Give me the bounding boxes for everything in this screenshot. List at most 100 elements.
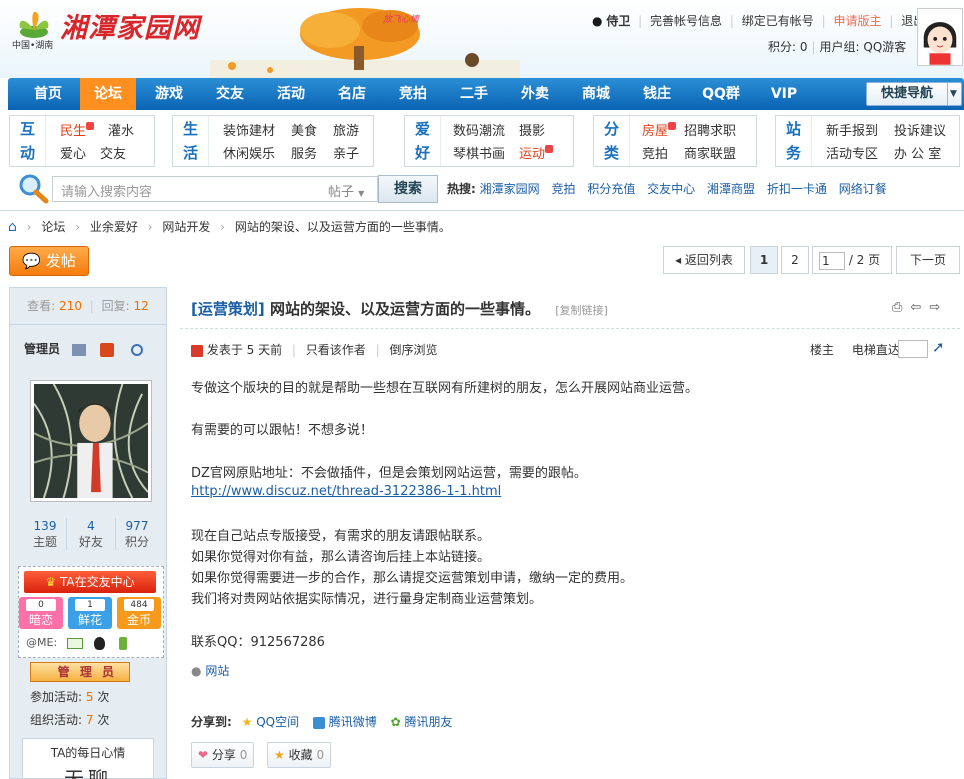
activity-joined: 参加活动: 5 次 xyxy=(30,690,110,704)
share-weibo[interactable]: 腾讯微博 xyxy=(329,715,377,729)
home-icon[interactable]: ⌂ xyxy=(8,219,17,235)
cat-link-charity[interactable]: 爱心 xyxy=(60,143,86,162)
gift-flower[interactable]: 1 鲜花 xyxy=(68,597,112,629)
cat-link-activity[interactable]: 活动专区 xyxy=(826,143,878,162)
hot-word[interactable]: 积分充值 xyxy=(587,182,635,196)
new-post-button[interactable]: 💬 发帖 xyxy=(9,246,89,276)
category-head: 互动 xyxy=(10,116,46,166)
post-tag[interactable]: ● 网站 xyxy=(191,662,229,679)
page-1[interactable]: 1 xyxy=(750,246,778,274)
hot-word[interactable]: 交友中心 xyxy=(647,182,695,196)
search-button[interactable]: 搜索 xyxy=(378,175,438,203)
floor-jump-input[interactable] xyxy=(898,340,928,358)
search-type-select[interactable]: 帖子 ▼ xyxy=(322,176,378,202)
favorite-button[interactable]: ★ 收藏 0 xyxy=(267,742,332,768)
cat-link-travel[interactable]: 旅游 xyxy=(333,120,359,139)
nav-games[interactable]: 游戏 xyxy=(141,78,197,110)
share-button[interactable]: ❤ 分享 0 xyxy=(191,742,255,768)
link-bind-account[interactable]: 绑定已有帐号 xyxy=(742,12,814,29)
cat-link-housing[interactable]: 房屋 xyxy=(642,120,677,139)
cat-link-merchants[interactable]: 商家联盟 xyxy=(684,143,736,162)
hot-word[interactable]: 网络订餐 xyxy=(839,182,887,196)
nav-home[interactable]: 首页 xyxy=(20,78,76,110)
cat-link-photo[interactable]: 摄影 xyxy=(519,120,545,139)
stat-points[interactable]: 977 积分 xyxy=(112,518,162,550)
reverse-order-link[interactable]: 倒序浏览 xyxy=(390,343,438,357)
print-icon[interactable]: ⎙ xyxy=(892,300,910,315)
dating-center-link[interactable]: ♛ TA在交友中心 xyxy=(24,571,156,593)
user-score[interactable]: 积分: 0 xyxy=(768,40,808,54)
gift-coin[interactable]: 484 金币 xyxy=(117,597,161,629)
hot-word[interactable]: 折扣一卡通 xyxy=(767,182,827,196)
nav-forum[interactable]: 论坛 xyxy=(80,78,136,110)
user-avatar[interactable] xyxy=(917,8,963,66)
crumb-current: 网站的架设、以及运营方面的一些事情。 xyxy=(234,220,451,234)
cat-link-complaint[interactable]: 投诉建议 xyxy=(894,120,946,139)
mail-icon[interactable] xyxy=(66,637,83,649)
title-category[interactable]: [运营策划] xyxy=(191,300,265,318)
nav-vip[interactable]: VIP xyxy=(756,78,812,110)
next-thread-icon[interactable]: ⇨ xyxy=(929,300,948,315)
cat-link-family[interactable]: 亲子 xyxy=(333,143,359,162)
crumb-hobby[interactable]: 业余爱好 xyxy=(90,220,138,234)
stat-threads[interactable]: 139 主题 xyxy=(20,518,70,550)
logo-text[interactable]: 湘潭家园网 xyxy=(60,6,200,45)
hot-word[interactable]: 湘潭商盟 xyxy=(707,182,755,196)
cat-link-auction[interactable]: 竞拍 xyxy=(642,143,668,162)
logo-icon[interactable] xyxy=(12,6,56,42)
post-link[interactable]: http://www.discuz.net/thread-3122386-1-1… xyxy=(191,484,501,499)
page-2[interactable]: 2 xyxy=(781,246,809,274)
nav-auction[interactable]: 竞拍 xyxy=(385,78,441,110)
link-apply-moderator[interactable]: 申请版主 xyxy=(833,12,881,29)
cat-link-sports[interactable]: 运动 xyxy=(519,143,554,162)
cat-link-friends[interactable]: 交友 xyxy=(100,143,126,162)
nav-takeout[interactable]: 外卖 xyxy=(507,78,563,110)
cat-link-jobs[interactable]: 招聘求职 xyxy=(684,120,736,139)
user-group[interactable]: 用户组: QQ游客 xyxy=(820,40,907,54)
cat-link-arts[interactable]: 琴棋书画 xyxy=(453,143,505,162)
only-author-link[interactable]: 只看该作者 xyxy=(306,343,366,357)
share-qzone[interactable]: QQ空间 xyxy=(256,715,299,729)
gift-crush[interactable]: 0 暗恋 xyxy=(19,597,63,629)
cat-link-service[interactable]: 服务 xyxy=(291,143,317,162)
author-avatar[interactable] xyxy=(30,380,152,502)
cat-link-minsheng[interactable]: 民生 xyxy=(60,120,95,139)
cat-link-digital[interactable]: 数码潮流 xyxy=(453,120,505,139)
cat-link-water[interactable]: 灌水 xyxy=(108,120,134,139)
go-arrow-icon[interactable]: ➚ xyxy=(932,338,945,356)
share-pengyou[interactable]: 腾讯朋友 xyxy=(405,715,453,729)
webcam-icon[interactable] xyxy=(130,343,143,356)
crumb-forum[interactable]: 论坛 xyxy=(41,220,65,234)
hot-word[interactable]: 竞拍 xyxy=(551,182,575,196)
cat-link-newbie[interactable]: 新手报到 xyxy=(826,120,878,139)
prev-thread-icon[interactable]: ⇦ xyxy=(910,300,929,315)
stat-friends[interactable]: 4 好友 xyxy=(66,518,116,550)
copy-link-button[interactable]: [复制链接] xyxy=(555,304,608,317)
medal-icon[interactable] xyxy=(100,342,115,357)
author-role: 管理员 xyxy=(24,340,143,357)
next-page-button[interactable]: 下一页 xyxy=(896,246,960,274)
nav-dating[interactable]: 交友 xyxy=(202,78,258,110)
user-name[interactable]: 侍卫 xyxy=(606,12,630,29)
hot-word[interactable]: 湘潭家园网 xyxy=(480,182,540,196)
nav-shops[interactable]: 名店 xyxy=(324,78,380,110)
cat-link-food[interactable]: 美食 xyxy=(291,120,317,139)
nav-bank[interactable]: 钱庄 xyxy=(629,78,685,110)
search-input[interactable]: 请输入搜索内容 xyxy=(52,176,324,202)
nav-mall[interactable]: 商城 xyxy=(568,78,624,110)
nav-events[interactable]: 活动 xyxy=(263,78,319,110)
user-card-icon[interactable] xyxy=(72,343,87,356)
quick-nav-button[interactable]: 快捷导航 ▼ xyxy=(866,82,962,106)
phone-icon[interactable] xyxy=(118,636,127,650)
qq-icon[interactable] xyxy=(94,636,106,650)
nav-secondhand[interactable]: 二手 xyxy=(446,78,502,110)
cat-link-decor[interactable]: 装饰建材 xyxy=(223,120,275,139)
back-to-list-button[interactable]: ◂ 返回列表 xyxy=(663,246,745,274)
crumb-webdev[interactable]: 网站开发 xyxy=(162,220,210,234)
link-complete-account[interactable]: 完善帐号信息 xyxy=(650,12,722,29)
cat-link-office[interactable]: 办 公 室 xyxy=(894,143,941,162)
page-input[interactable]: 1 xyxy=(819,251,845,270)
pengyou-icon: ✿ xyxy=(390,715,401,729)
cat-link-leisure[interactable]: 休闲娱乐 xyxy=(223,143,275,162)
nav-qq-group[interactable]: QQ群 xyxy=(690,78,752,110)
